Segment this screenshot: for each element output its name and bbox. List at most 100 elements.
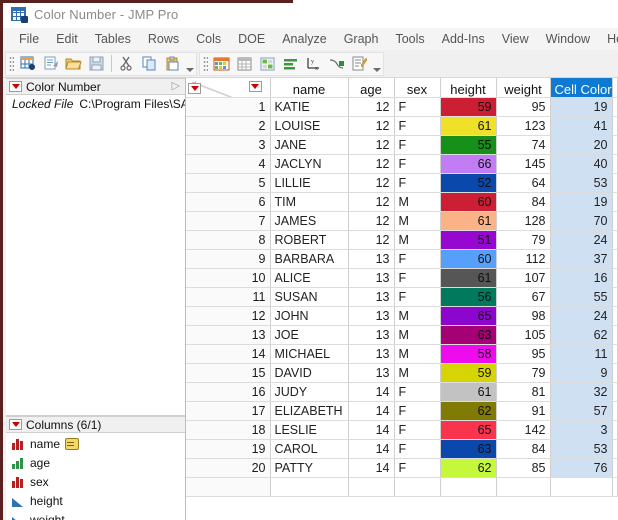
red-triangle-menu-icon[interactable] [188, 82, 201, 94]
paste-icon[interactable] [162, 53, 183, 74]
menu-item-help[interactable]: Help [599, 30, 618, 48]
cell-sex[interactable]: F [394, 116, 441, 136]
new-script-icon[interactable] [40, 53, 61, 74]
fit-y-by-x-icon[interactable]: y x [303, 53, 324, 74]
cell-name[interactable]: JANE [270, 135, 349, 155]
cell-age[interactable]: 12 [348, 116, 395, 136]
cell-sex[interactable]: M [394, 325, 441, 345]
cell-cell-color[interactable]: 20 [550, 135, 613, 155]
cell-height[interactable]: 61 [440, 382, 497, 402]
column-header-sex[interactable]: sex [394, 78, 441, 98]
fit-model-icon[interactable] [326, 53, 347, 74]
cell-age[interactable]: 12 [348, 230, 395, 250]
cell-cell-color[interactable]: 24 [550, 306, 613, 326]
toolbar-grip-handle-2[interactable] [203, 55, 208, 72]
cell-weight[interactable]: 67 [496, 287, 551, 307]
distribution-icon[interactable] [280, 53, 301, 74]
cell-age[interactable]: 14 [348, 439, 395, 459]
red-triangle-menu-icon[interactable] [9, 419, 22, 430]
cell-weight[interactable]: 95 [496, 97, 551, 117]
script-editor-icon[interactable] [349, 53, 370, 74]
menu-item-graph[interactable]: Graph [336, 30, 388, 48]
row-number-cell[interactable]: 15 [186, 363, 271, 383]
table-row[interactable]: 15 DAVID 13 M 59 79 9 [186, 363, 618, 383]
menu-item-view[interactable]: View [494, 30, 538, 48]
cell-name[interactable]: ALICE [270, 268, 349, 288]
cell-cell-color[interactable]: 11 [550, 344, 613, 364]
cell-age[interactable]: 12 [348, 173, 395, 193]
cell-weight[interactable]: 112 [496, 249, 551, 269]
cell-cell-color[interactable]: 70 [550, 211, 613, 231]
cell-cell-color[interactable]: 24 [550, 230, 613, 250]
cell-age[interactable]: 12 [348, 97, 395, 117]
column-list-item-height[interactable]: height [6, 491, 185, 510]
column-list-item-weight[interactable]: weight [6, 510, 185, 520]
cell-sex[interactable]: F [394, 287, 441, 307]
cell-weight[interactable]: 85 [496, 458, 551, 478]
cell-height[interactable]: 52 [440, 173, 497, 193]
cell-weight[interactable]: 128 [496, 211, 551, 231]
cell-sex[interactable]: F [394, 154, 441, 174]
cell-weight[interactable]: 64 [496, 173, 551, 193]
cell-cell-color[interactable]: 32 [550, 382, 613, 402]
table-row[interactable]: 2 LOUISE 12 F 61 123 41 [186, 116, 618, 136]
cell-age[interactable]: 12 [348, 192, 395, 212]
row-number-cell[interactable]: 19 [186, 439, 271, 459]
table-row[interactable]: 20 PATTY 14 F 62 85 76 [186, 458, 618, 478]
column-note-icon[interactable] [65, 437, 80, 450]
right-arrow-icon[interactable]: ▷ [172, 81, 180, 92]
menu-item-window[interactable]: Window [538, 30, 599, 48]
cell-cell-color[interactable]: 55 [550, 287, 613, 307]
cell-height[interactable]: 61 [440, 268, 497, 288]
cell-age[interactable]: 14 [348, 401, 395, 421]
menu-item-tables[interactable]: Tables [87, 30, 140, 48]
cell-age[interactable]: 12 [348, 154, 395, 174]
menu-item-edit[interactable]: Edit [48, 30, 87, 48]
table-row[interactable]: 10 ALICE 13 F 61 107 16 [186, 268, 618, 288]
menu-item-tools[interactable]: Tools [387, 30, 433, 48]
row-number-cell[interactable]: 9 [186, 249, 271, 269]
row-number-cell[interactable]: 1 [186, 97, 271, 117]
cell-sex[interactable]: F [394, 97, 441, 117]
cell-name[interactable]: ROBERT [270, 230, 349, 250]
cell-height[interactable]: 65 [440, 420, 497, 440]
cell-name[interactable]: JOE [270, 325, 349, 345]
cell-weight[interactable]: 79 [496, 230, 551, 250]
row-number-cell[interactable]: 2 [186, 116, 271, 136]
open-folder-icon[interactable] [63, 53, 84, 74]
cell-weight[interactable]: 123 [496, 116, 551, 136]
cell-height[interactable]: 61 [440, 211, 497, 231]
cell-age[interactable]: 13 [348, 344, 395, 364]
table-row[interactable]: 12 JOHN 13 M 65 98 24 [186, 306, 618, 326]
cell-name[interactable]: DAVID [270, 363, 349, 383]
cell-cell-color[interactable]: 16 [550, 268, 613, 288]
cell-height[interactable]: 56 [440, 287, 497, 307]
row-number-cell[interactable]: 16 [186, 382, 271, 402]
subset-icon[interactable] [257, 53, 278, 74]
menu-item-rows[interactable]: Rows [140, 30, 188, 48]
cell-height[interactable]: 62 [440, 401, 497, 421]
row-number-cell[interactable]: 7 [186, 211, 271, 231]
cell-cell-color[interactable]: 53 [550, 173, 613, 193]
table-panel-header[interactable]: Color Number ▷ [6, 78, 185, 95]
summary-icon[interactable] [234, 53, 255, 74]
cell-height[interactable]: 63 [440, 439, 497, 459]
cell-age[interactable]: 13 [348, 325, 395, 345]
cell-name[interactable]: BARBARA [270, 249, 349, 269]
cell-name[interactable]: TIM [270, 192, 349, 212]
data-grid-scroll[interactable]: name age sex height weight Cell Color 1K… [186, 78, 618, 520]
cell-name[interactable]: JAMES [270, 211, 349, 231]
new-data-table-icon[interactable] [17, 53, 38, 74]
cell-age[interactable]: 14 [348, 382, 395, 402]
cell-height[interactable]: 58 [440, 344, 497, 364]
cell-sex[interactable]: F [394, 173, 441, 193]
data-table-icon[interactable] [211, 53, 232, 74]
cell-weight[interactable]: 142 [496, 420, 551, 440]
cell-age[interactable]: 14 [348, 420, 395, 440]
cell-age[interactable]: 14 [348, 458, 395, 478]
cell-name[interactable]: MICHAEL [270, 344, 349, 364]
column-header-height[interactable]: height [440, 78, 497, 98]
menu-item-doe[interactable]: DOE [230, 30, 274, 48]
table-row[interactable]: 11 SUSAN 13 F 56 67 55 [186, 287, 618, 307]
cell-cell-color[interactable]: 57 [550, 401, 613, 421]
